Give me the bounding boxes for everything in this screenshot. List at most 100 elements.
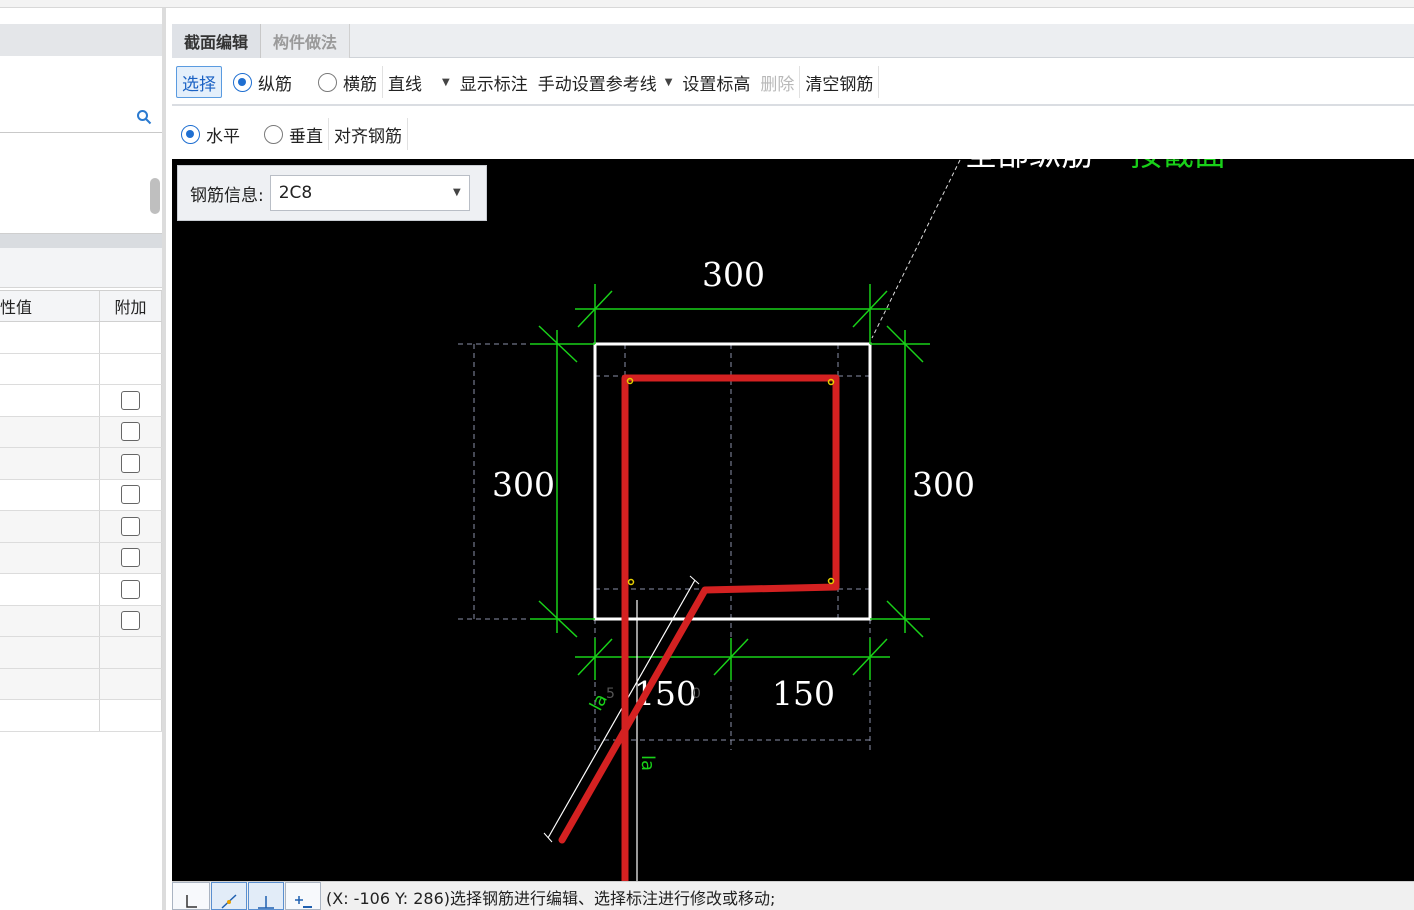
property-extra-cell xyxy=(100,448,162,479)
table-row[interactable] xyxy=(0,416,162,448)
line-type-label: 直线 xyxy=(388,74,422,95)
property-extra-cell xyxy=(100,668,162,699)
table-row[interactable] xyxy=(0,322,162,354)
extra-checkbox[interactable] xyxy=(121,611,140,631)
radio-transverse-label: 横筋 xyxy=(343,74,377,95)
dimension-labels: 300 300 300 150 150 xyxy=(492,255,975,713)
left-panel: 性值 附加 xyxy=(0,8,166,910)
column-header-value: 性值 xyxy=(0,291,100,321)
property-value-cell[interactable] xyxy=(0,353,100,384)
property-extra-cell xyxy=(100,637,162,668)
property-extra-cell xyxy=(100,353,162,384)
manual-reference-dropdown[interactable]: 手动设置参考线 ▼ xyxy=(533,66,678,98)
table-row[interactable] xyxy=(0,700,162,732)
section-drawing: 全部纵筋 按截面 xyxy=(458,159,1226,881)
extra-checkbox[interactable] xyxy=(121,516,140,536)
property-value-cell[interactable] xyxy=(0,668,100,699)
property-extra-cell xyxy=(100,511,162,542)
property-value-cell[interactable] xyxy=(0,542,100,573)
left-panel-header xyxy=(0,24,166,56)
property-value-cell[interactable] xyxy=(0,511,100,542)
property-extra-cell xyxy=(100,479,162,510)
chevron-down-icon: ▼ xyxy=(453,187,461,198)
rebar-info-label: 钢筋信息: xyxy=(190,185,264,206)
table-row[interactable] xyxy=(0,542,162,574)
extra-checkbox[interactable] xyxy=(121,390,140,410)
select-button[interactable]: 选择 xyxy=(176,66,222,98)
dim-top-label: 300 xyxy=(702,255,765,294)
property-extra-cell xyxy=(100,542,162,573)
radio-horizontal[interactable]: 水平 xyxy=(176,118,245,150)
align-rebar-button[interactable]: 对齐钢筋 xyxy=(328,118,408,150)
property-value-cell[interactable] xyxy=(0,605,100,636)
dim-right-label: 300 xyxy=(912,465,975,504)
set-elevation-button[interactable]: 设置标高 xyxy=(677,66,755,98)
clear-rebar-button[interactable]: 清空钢筋 xyxy=(799,66,880,98)
list-scrollbar[interactable] xyxy=(150,178,160,214)
snap-perpendicular-icon[interactable] xyxy=(248,882,284,910)
search-input[interactable] xyxy=(0,103,164,133)
table-header: 性值 附加 xyxy=(0,290,162,322)
property-value-cell[interactable] xyxy=(0,637,100,668)
rebar-info-select[interactable]: 2C8 ▼ xyxy=(269,175,470,211)
table-row[interactable] xyxy=(0,448,162,480)
extra-checkbox[interactable] xyxy=(121,422,140,442)
property-value-cell[interactable] xyxy=(0,574,100,605)
table-row[interactable] xyxy=(0,479,162,511)
property-extra-cell xyxy=(100,700,162,731)
chevron-down-icon: ▼ xyxy=(442,76,450,88)
table-row[interactable] xyxy=(0,353,162,385)
radio-circle-icon xyxy=(264,124,283,144)
search-icon[interactable] xyxy=(136,109,152,129)
table-row[interactable] xyxy=(0,385,162,417)
table-row[interactable] xyxy=(0,574,162,606)
panel-splitter[interactable] xyxy=(162,8,166,910)
property-extra-cell xyxy=(100,574,162,605)
radio-longitudinal[interactable]: 纵筋 xyxy=(228,66,297,98)
dim-bottom-right-label: 150 xyxy=(772,674,835,713)
tab-section-edit[interactable]: 截面编辑 xyxy=(172,24,262,58)
snap-midpoint-icon[interactable] xyxy=(211,882,247,910)
section-drawing-canvas[interactable]: 全部纵筋 按截面 xyxy=(172,159,1414,881)
rebar-path[interactable] xyxy=(558,374,840,881)
property-extra-cell xyxy=(100,385,162,416)
tab-component-method[interactable]: 构件做法 xyxy=(261,24,351,58)
line-type-dropdown[interactable]: 直线 ▼ xyxy=(382,66,455,98)
table-row[interactable] xyxy=(0,605,162,637)
top-label-green: 按截面 xyxy=(1130,159,1226,173)
property-value-cell[interactable] xyxy=(0,479,100,510)
radio-transverse[interactable]: 横筋 xyxy=(313,66,382,98)
property-value-cell[interactable] xyxy=(0,700,100,731)
column-header-extra: 附加 xyxy=(100,291,162,321)
table-row[interactable] xyxy=(0,637,162,669)
extra-checkbox[interactable] xyxy=(121,453,140,473)
component-list[interactable] xyxy=(0,134,164,234)
extra-checkbox[interactable] xyxy=(121,579,140,599)
dim-left-label: 300 xyxy=(492,465,555,504)
delete-button[interactable]: 删除 xyxy=(755,66,799,98)
snap-plus-icon[interactable] xyxy=(285,882,321,910)
property-value-cell[interactable] xyxy=(0,416,100,447)
rebar-info-value: 2C8 xyxy=(278,183,313,203)
editor-tabs: 截面编辑 构件做法 xyxy=(172,24,1414,58)
section-outline[interactable] xyxy=(593,342,872,621)
status-text: (X: -106 Y: 286)选择钢筋进行编辑、选择标注进行修改或移动; xyxy=(326,889,776,908)
extra-checkbox[interactable] xyxy=(121,548,140,568)
table-row[interactable] xyxy=(0,668,162,700)
extra-checkbox[interactable] xyxy=(121,485,140,505)
ortho-toggle-icon[interactable] xyxy=(172,882,210,910)
radio-vertical-label: 垂直 xyxy=(289,126,323,147)
top-label: 全部纵筋 xyxy=(965,159,1093,173)
property-value-cell[interactable] xyxy=(0,448,100,479)
radio-vertical[interactable]: 垂直 xyxy=(259,118,328,150)
property-value-cell[interactable] xyxy=(0,322,100,353)
manual-reference-label: 手动设置参考线 xyxy=(537,74,657,95)
show-annotation-button[interactable]: 显示标注 xyxy=(455,66,533,98)
radio-circle-icon xyxy=(318,72,337,92)
table-row[interactable] xyxy=(0,511,162,543)
panel-divider xyxy=(0,234,166,248)
property-value-cell[interactable] xyxy=(0,385,100,416)
toolbar-alignment: 水平 垂直 对齐钢筋 xyxy=(172,109,1414,159)
top-strip xyxy=(0,0,1414,8)
property-extra-cell xyxy=(100,322,162,353)
